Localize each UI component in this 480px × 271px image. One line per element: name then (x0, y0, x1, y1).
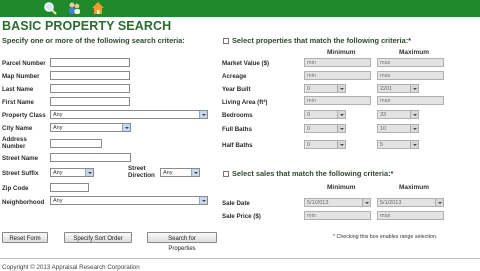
reset-form-button[interactable]: Reset Form (2, 232, 48, 243)
chevron-down-icon (199, 111, 207, 118)
min-header: Minimum (327, 49, 356, 56)
street-suffix-label: Street Suffix (2, 170, 39, 177)
market-value-label: Market Value ($) (222, 60, 270, 67)
living-area-max-input[interactable]: max (377, 96, 444, 105)
map-number-label: Map Number (2, 73, 40, 80)
chevron-down-icon (410, 125, 418, 132)
zip-code-input[interactable] (50, 183, 89, 192)
page-title: BASIC PROPERTY SEARCH (2, 19, 172, 33)
chevron-down-icon (337, 111, 345, 118)
parcel-number-label: Parcel Number (2, 60, 46, 67)
sales-min-header: Minimum (327, 184, 356, 191)
address-number-label: Address Number (2, 136, 27, 150)
half-baths-label: Half Baths (222, 142, 253, 149)
chevron-down-icon (362, 199, 370, 206)
year-built-min-select[interactable]: 0 (304, 84, 346, 93)
street-name-label: Street Name (2, 155, 39, 162)
chevron-down-icon (337, 125, 345, 132)
full-baths-max-select[interactable]: 10 (377, 124, 419, 133)
chevron-down-icon (337, 85, 345, 92)
chevron-down-icon (337, 141, 345, 148)
first-name-input[interactable] (50, 97, 130, 106)
neighborhood-select[interactable]: Any (50, 196, 208, 205)
range-note: * Checking this box enables range select… (333, 234, 438, 240)
last-name-input[interactable] (50, 84, 130, 93)
property-class-select[interactable]: Any (50, 110, 208, 119)
property-criteria-checkbox[interactable] (223, 38, 229, 44)
half-baths-min-select[interactable]: 0 (304, 140, 346, 149)
street-direction-select[interactable]: Any (160, 168, 200, 177)
sale-date-min-select[interactable]: 5/1/2013 (304, 198, 371, 207)
chevron-down-icon (122, 124, 130, 131)
city-name-label: City Name (2, 125, 33, 132)
market-value-max-input[interactable]: max (377, 58, 444, 67)
chevron-down-icon (435, 199, 443, 206)
sale-price-max-input[interactable]: max (377, 211, 444, 220)
home-icon[interactable] (91, 1, 105, 15)
sales-max-header: Maximum (399, 184, 429, 191)
chevron-down-icon (410, 85, 418, 92)
property-class-label: Property Class (2, 112, 46, 119)
sales-heading: Select sales that match the following cr… (232, 169, 394, 178)
parcel-number-input[interactable] (50, 58, 130, 67)
acreage-min-input[interactable]: min (304, 71, 371, 80)
left-heading: Specify one or more of the following sea… (2, 36, 185, 45)
sales-criteria-checkbox[interactable] (223, 171, 229, 177)
last-name-label: Last Name (2, 86, 34, 93)
max-header: Maximum (399, 49, 429, 56)
year-built-label: Year Built (222, 86, 251, 93)
bedrooms-label: Bedrooms (222, 112, 253, 119)
sale-date-max-select[interactable]: 5/1/2013 (377, 198, 444, 207)
bedrooms-min-select[interactable]: 0 (304, 110, 346, 119)
right-heading: Select properties that match the followi… (232, 36, 412, 45)
address-number-input[interactable] (50, 139, 102, 148)
map-number-input[interactable] (50, 71, 130, 80)
search-properties-button[interactable]: Search for Properties (147, 232, 217, 252)
sale-price-min-input[interactable]: min (304, 211, 371, 220)
chevron-down-icon (85, 169, 93, 176)
acreage-label: Acreage (222, 73, 247, 80)
living-area-label: Living Area (ft²) (222, 99, 268, 106)
chevron-down-icon (191, 169, 199, 176)
street-direction-label: Street Direction (128, 165, 155, 179)
bedrooms-max-select[interactable]: 33 (377, 110, 419, 119)
zip-code-label: Zip Code (2, 185, 29, 192)
street-suffix-select[interactable]: Any (50, 168, 94, 177)
first-name-label: First Name (2, 99, 34, 106)
living-area-min-input[interactable]: min (304, 96, 371, 105)
footer-divider (0, 258, 480, 259)
sale-price-label: Sale Price ($) (222, 213, 261, 220)
people-icon[interactable] (67, 1, 81, 15)
year-built-max-select[interactable]: 2201 (377, 84, 419, 93)
market-value-min-input[interactable]: min (304, 58, 371, 67)
chevron-down-icon (410, 111, 418, 118)
sort-order-button[interactable]: Specify Sort Order (64, 232, 132, 243)
sale-date-label: Sale Date (222, 200, 250, 207)
street-name-input[interactable] (50, 153, 131, 162)
city-name-select[interactable]: Any (50, 123, 131, 132)
search-icon[interactable] (43, 1, 57, 15)
full-baths-label: Full Baths (222, 126, 252, 133)
top-nav-bar (0, 0, 480, 17)
acreage-max-input[interactable]: max (377, 71, 444, 80)
half-baths-max-select[interactable]: 5 (377, 140, 419, 149)
chevron-down-icon (199, 197, 207, 204)
full-baths-min-select[interactable]: 0 (304, 124, 346, 133)
chevron-down-icon (410, 141, 418, 148)
neighborhood-label: Neighborhood (2, 199, 45, 206)
